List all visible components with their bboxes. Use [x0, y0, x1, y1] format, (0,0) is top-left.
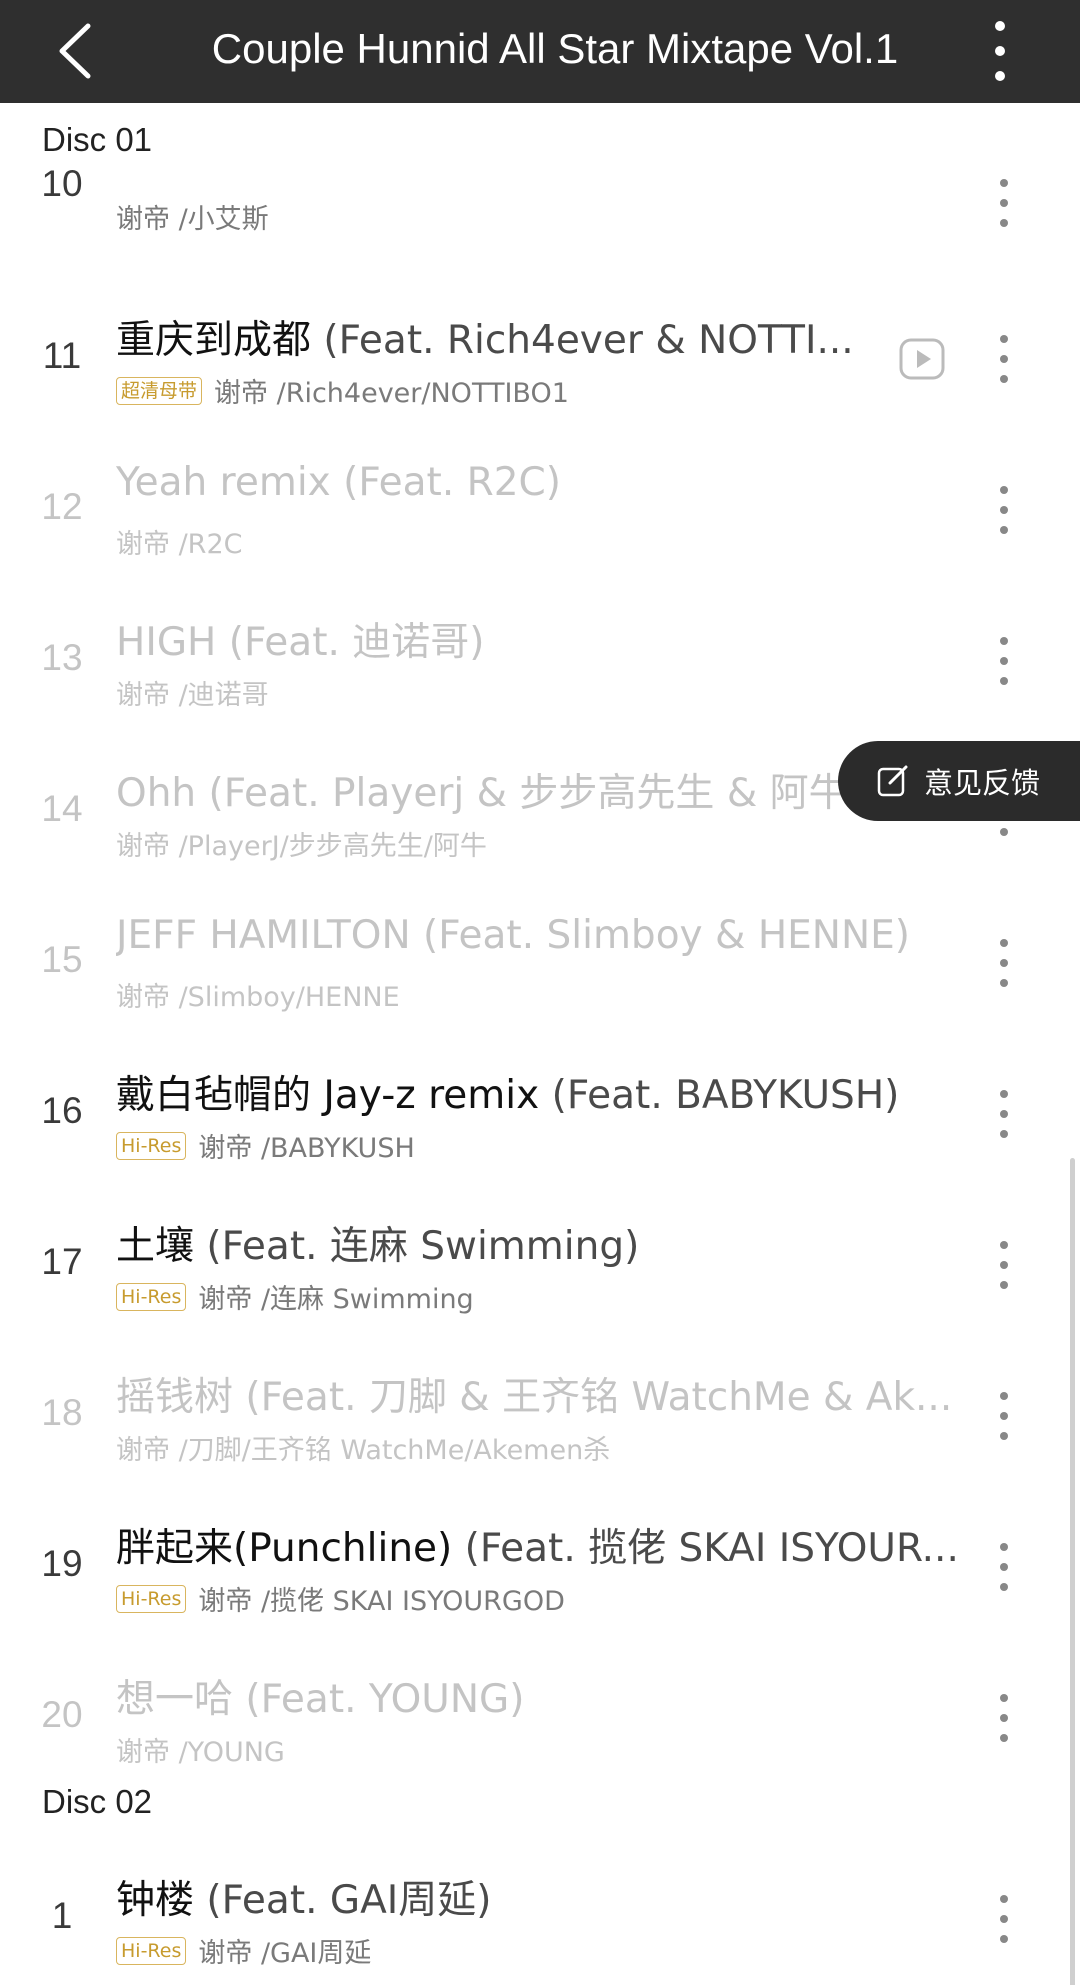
- track-row[interactable]: 10 谢帝 /小艾斯: [0, 153, 1080, 303]
- feedback-button[interactable]: 意见反馈: [838, 741, 1080, 821]
- track-more-icon[interactable]: [996, 1386, 1012, 1446]
- track-title: 土壤 (Feat. 连麻 Swimming): [116, 1224, 640, 1269]
- track-artists: 谢帝 /小艾斯: [116, 204, 269, 235]
- track-more-icon[interactable]: [996, 1084, 1012, 1144]
- track-number: 19: [41, 1543, 83, 1584]
- track-artists: 谢帝 /YOUNG: [116, 1737, 285, 1768]
- track-row[interactable]: 1 钟楼 (Feat. GAI周延) Hi-Res 谢帝 /GAI周延: [0, 1843, 1080, 1985]
- track-title: 重庆到成都 (Feat. Rich4ever & NOTTI...: [116, 318, 854, 363]
- track-number: 18: [41, 1392, 83, 1433]
- track-title: 摇钱树 (Feat. 刀脚 & 王齐铭 WatchMe & Ak...: [116, 1375, 953, 1420]
- disc-label: Disc 02: [42, 1783, 153, 1820]
- scrollbar[interactable]: [1070, 1158, 1075, 1985]
- track-row[interactable]: 13 HIGH (Feat. 迪诺哥) 谢帝 /迪诺哥: [0, 585, 1080, 735]
- page-title: Couple Hunnid All Star Mixtape Vol.1: [211, 25, 899, 72]
- quality-badge: Hi-Res: [116, 1131, 187, 1160]
- track-more-icon[interactable]: [996, 631, 1012, 691]
- quality-badge: Hi-Res: [116, 1936, 187, 1965]
- edit-icon: [877, 765, 908, 797]
- track-artists: Hi-Res 谢帝 /连麻 Swimming: [116, 1277, 474, 1316]
- app-header: Couple Hunnid All Star Mixtape Vol.1: [0, 0, 1080, 103]
- track-number: 20: [41, 1694, 83, 1735]
- track-artists: 谢帝 /迪诺哥: [116, 680, 269, 711]
- track-row[interactable]: 16 戴白毡帽的 Jay-z remix (Feat. BABYKUSH) Hi…: [0, 1038, 1080, 1188]
- track-more-icon[interactable]: [996, 173, 1012, 233]
- track-more-icon[interactable]: [996, 1688, 1012, 1748]
- track-title: Ohh (Feat. Playerj & 步步高先生 & 阿牛): [116, 771, 863, 816]
- track-artists: Hi-Res 谢帝 /GAI周延: [116, 1931, 371, 1970]
- track-row[interactable]: 12 Yeah remix (Feat. R2C) 谢帝 /R2C: [0, 434, 1080, 584]
- track-title: 胖起来(Punchline) (Feat. 揽佬 SKAI ISYOUR...: [116, 1526, 959, 1571]
- track-artists: 谢帝 /Slimboy/HENNE: [116, 982, 400, 1013]
- quality-badge: Hi-Res: [116, 1584, 187, 1613]
- track-number: 11: [42, 335, 82, 376]
- track-more-icon[interactable]: [996, 1537, 1012, 1597]
- track-title: HIGH (Feat. 迪诺哥): [116, 620, 485, 665]
- track-artists: 谢帝 /PlayerJ/步步高先生/阿牛: [116, 831, 487, 862]
- track-title: 想一哈 (Feat. YOUNG): [116, 1677, 525, 1722]
- track-more-icon[interactable]: [996, 329, 1012, 389]
- track-more-icon[interactable]: [996, 480, 1012, 540]
- quality-badge: Hi-Res: [116, 1282, 187, 1311]
- track-title: 戴白毡帽的 Jay-z remix (Feat. BABYKUSH): [116, 1073, 900, 1118]
- track-number: 17: [41, 1241, 83, 1282]
- track-number: 1: [51, 1895, 73, 1936]
- chevron-left-icon[interactable]: [52, 18, 112, 84]
- track-title: 钟楼 (Feat. GAI周延): [116, 1878, 492, 1923]
- track-artists: 谢帝 /刀脚/王齐铭 WatchMe/Akemen杀: [116, 1435, 611, 1466]
- track-artists: Hi-Res 谢帝 /BABYKUSH: [116, 1126, 415, 1165]
- track-more-icon[interactable]: [996, 1889, 1012, 1949]
- track-row[interactable]: 15 JEFF HAMILTON (Feat. Slimboy & HENNE)…: [0, 887, 1080, 1037]
- vertical-more-icon[interactable]: [980, 16, 1020, 86]
- track-artists: 谢帝 /R2C: [116, 529, 243, 560]
- track-row[interactable]: 19 胖起来(Punchline) (Feat. 揽佬 SKAI ISYOUR.…: [0, 1491, 1080, 1641]
- track-title: JEFF HAMILTON (Feat. Slimboy & HENNE): [116, 913, 911, 958]
- track-row[interactable]: 11 重庆到成都 (Feat. Rich4ever & NOTTI... 超清母…: [0, 283, 1080, 433]
- track-number: 13: [41, 637, 83, 678]
- feedback-label: 意见反馈: [924, 766, 1041, 800]
- track-row[interactable]: 18 摇钱树 (Feat. 刀脚 & 王齐铭 WatchMe & Ak... 谢…: [0, 1340, 1080, 1490]
- track-number: 14: [41, 788, 83, 829]
- track-artists: Hi-Res 谢帝 /揽佬 SKAI ISYOURGOD: [116, 1579, 565, 1618]
- quality-badge: 超清母带: [116, 376, 203, 405]
- track-number: 10: [41, 163, 83, 204]
- track-list: Disc 01 10 谢帝 /小艾斯 11 重庆到成都 (Feat. Rich4…: [0, 103, 1080, 1985]
- track-more-icon[interactable]: [996, 1235, 1012, 1295]
- video-play-icon[interactable]: [898, 335, 946, 383]
- track-number: 16: [41, 1090, 83, 1131]
- track-artists: 超清母带 谢帝 /Rich4ever/NOTTIBO1: [116, 371, 569, 410]
- track-row[interactable]: 20 想一哈 (Feat. YOUNG) 谢帝 /YOUNG: [0, 1642, 1080, 1792]
- track-title: Yeah remix (Feat. R2C): [116, 460, 561, 505]
- track-row[interactable]: 17 土壤 (Feat. 连麻 Swimming) Hi-Res 谢帝 /连麻 S…: [0, 1189, 1080, 1339]
- track-number: 12: [41, 486, 83, 527]
- track-more-icon[interactable]: [996, 933, 1012, 993]
- track-number: 15: [41, 939, 83, 980]
